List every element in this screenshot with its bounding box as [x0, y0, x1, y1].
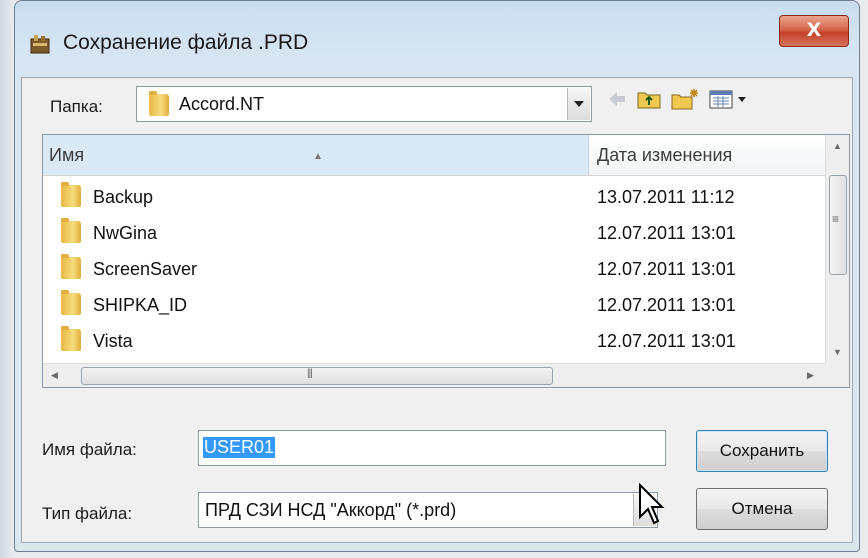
- filetype-combo[interactable]: ПРД СЗИ НСД "Аккорд" (*.prd): [198, 492, 658, 528]
- list-item-date: 12.07.2011 13:01: [597, 331, 736, 351]
- app-icon: [30, 35, 50, 54]
- list-item[interactable]: SHIPKA_ID 12.07.2011 13:01: [43, 287, 825, 323]
- vertical-scroll-thumb[interactable]: [829, 175, 847, 275]
- sort-ascending-icon: ▲: [313, 151, 323, 162]
- list-item[interactable]: NwGina 12.07.2011 13:01: [43, 215, 825, 251]
- up-folder-icon[interactable]: [636, 87, 662, 111]
- list-item[interactable]: Backup 13.07.2011 11:12: [43, 179, 825, 215]
- list-item-name: SHIPKA_ID: [93, 295, 188, 315]
- folder-icon: [61, 290, 81, 315]
- list-item[interactable]: Vista 12.07.2011 13:01: [43, 323, 825, 359]
- folder-value: Accord.NT: [179, 94, 265, 114]
- mouse-pointer-icon: [639, 483, 665, 525]
- scrollbar-corner: [825, 363, 849, 387]
- file-list[interactable]: Имя ▲ Дата изменения Backup 13.07.2011 1…: [42, 134, 850, 388]
- folder-label: Папка:: [50, 97, 103, 116]
- view-menu-icon[interactable]: [708, 87, 752, 111]
- save-file-dialog: Сохранение файла .PRD X Папка: Accord.NT: [14, 0, 860, 552]
- close-icon: X: [806, 19, 822, 41]
- filetype-value: ПРД СЗИ НСД "Аккорд" (*.prd): [205, 500, 457, 520]
- list-item-date: 13.07.2011 11:12: [597, 187, 735, 207]
- save-button[interactable]: Сохранить: [696, 430, 828, 472]
- filetype-label: Тип файла:: [42, 504, 133, 523]
- folder-icon: [61, 182, 81, 207]
- list-item-name: NwGina: [93, 223, 158, 243]
- window-title: Сохранение файла .PRD: [63, 31, 309, 54]
- folder-icon: [61, 254, 81, 279]
- back-arrow-icon[interactable]: [606, 87, 628, 111]
- list-item-name: ScreenSaver: [93, 259, 198, 279]
- desktop-background: [0, 0, 14, 558]
- dialog-body: Папка: Accord.NT Имя ▲ Дата изменения Ba…: [21, 77, 853, 543]
- folder-combo[interactable]: Accord.NT: [136, 86, 592, 122]
- folder-dropdown-arrow[interactable]: [567, 88, 590, 120]
- filename-label: Имя файла:: [42, 440, 137, 459]
- horizontal-scroll-thumb[interactable]: [81, 367, 553, 385]
- list-item[interactable]: ScreenSaver 12.07.2011 13:01: [43, 251, 825, 287]
- filename-value: USER01: [203, 437, 276, 458]
- title-bar[interactable]: Сохранение файла .PRD X: [15, 1, 859, 81]
- list-item-name: Backup: [93, 187, 154, 207]
- horizontal-scrollbar[interactable]: ◀ ▶: [43, 363, 825, 387]
- scroll-right-icon[interactable]: ▶: [807, 370, 814, 381]
- list-item-date: 12.07.2011 13:01: [597, 223, 736, 243]
- filename-field[interactable]: USER01: [198, 430, 666, 466]
- vertical-scrollbar[interactable]: ▲ ▼: [825, 135, 849, 363]
- close-button[interactable]: X: [779, 15, 849, 47]
- column-header-date-label: Дата изменения: [597, 145, 733, 165]
- folder-icon: [61, 218, 81, 243]
- scroll-up-icon[interactable]: ▲: [833, 141, 842, 151]
- scroll-down-icon[interactable]: ▼: [833, 347, 842, 357]
- folder-icon: [149, 91, 169, 116]
- scroll-left-icon[interactable]: ◀: [51, 370, 58, 381]
- new-folder-icon[interactable]: [670, 87, 700, 111]
- list-item-name: Vista: [93, 331, 133, 351]
- list-item-date: 12.07.2011 13:01: [597, 259, 736, 279]
- cancel-button[interactable]: Отмена: [696, 488, 828, 530]
- list-header: Имя ▲ Дата изменения: [43, 135, 825, 176]
- column-header-date[interactable]: Дата изменения: [591, 135, 825, 175]
- column-header-name[interactable]: Имя ▲: [43, 135, 589, 175]
- column-header-name-label: Имя: [49, 145, 85, 165]
- folder-icon: [61, 326, 81, 351]
- list-item-date: 12.07.2011 13:01: [597, 295, 736, 315]
